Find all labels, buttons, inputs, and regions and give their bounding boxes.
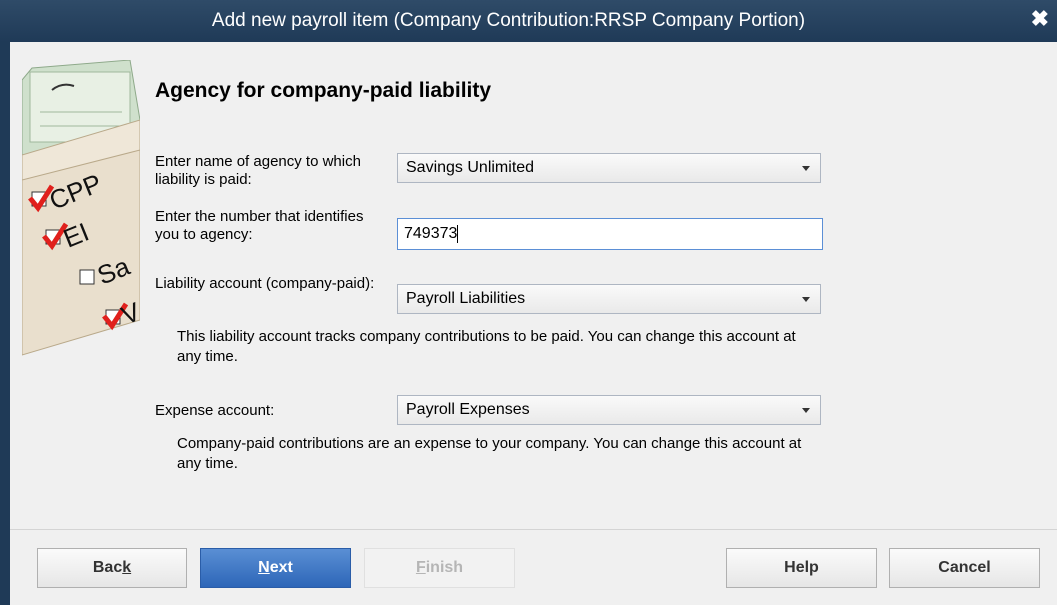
agency-number-label: Enter the number that identifies you to … [155, 208, 364, 243]
close-icon[interactable]: ✖ [1031, 0, 1049, 38]
help-button[interactable]: Help [726, 548, 877, 588]
text-cursor [457, 224, 459, 243]
cancel-button[interactable]: Cancel [889, 548, 1040, 588]
window-left-border [0, 42, 10, 605]
expense-account-value: Payroll Expenses [406, 401, 530, 418]
window-title: Add new payroll item (Company Contributi… [211, 10, 806, 31]
chevron-down-icon [802, 166, 810, 171]
liability-account-label: Liability account (company-paid): [155, 275, 375, 292]
next-button[interactable]: Next [200, 548, 351, 588]
agency-number-value: 749373 [404, 225, 458, 242]
title-bar: Add new payroll item (Company Contributi… [0, 0, 1057, 42]
chevron-down-icon [802, 297, 810, 302]
dialog-content: CPP EI Sa V Agency for company-paid liab… [10, 42, 1057, 605]
expense-account-note: Company-paid contributions are an expens… [177, 435, 802, 472]
chevron-down-icon [802, 408, 810, 413]
footer-divider [10, 529, 1057, 530]
back-button[interactable]: Back [37, 548, 187, 588]
finish-button[interactable]: Finish [364, 548, 515, 588]
payroll-checklist-illustration: CPP EI Sa V [22, 60, 140, 356]
agency-name-dropdown[interactable]: Savings Unlimited [397, 153, 821, 183]
liability-account-dropdown[interactable]: Payroll Liabilities [397, 284, 821, 314]
expense-account-dropdown[interactable]: Payroll Expenses [397, 395, 821, 425]
page-heading: Agency for company-paid liability [155, 79, 492, 102]
agency-name-label: Enter name of agency to which liability … [155, 153, 361, 188]
expense-account-label: Expense account: [155, 402, 275, 419]
liability-account-note: This liability account tracks company co… [177, 328, 796, 365]
liability-account-value: Payroll Liabilities [406, 290, 526, 307]
agency-number-field[interactable]: 749373 [397, 218, 823, 250]
agency-name-value: Savings Unlimited [406, 159, 535, 176]
